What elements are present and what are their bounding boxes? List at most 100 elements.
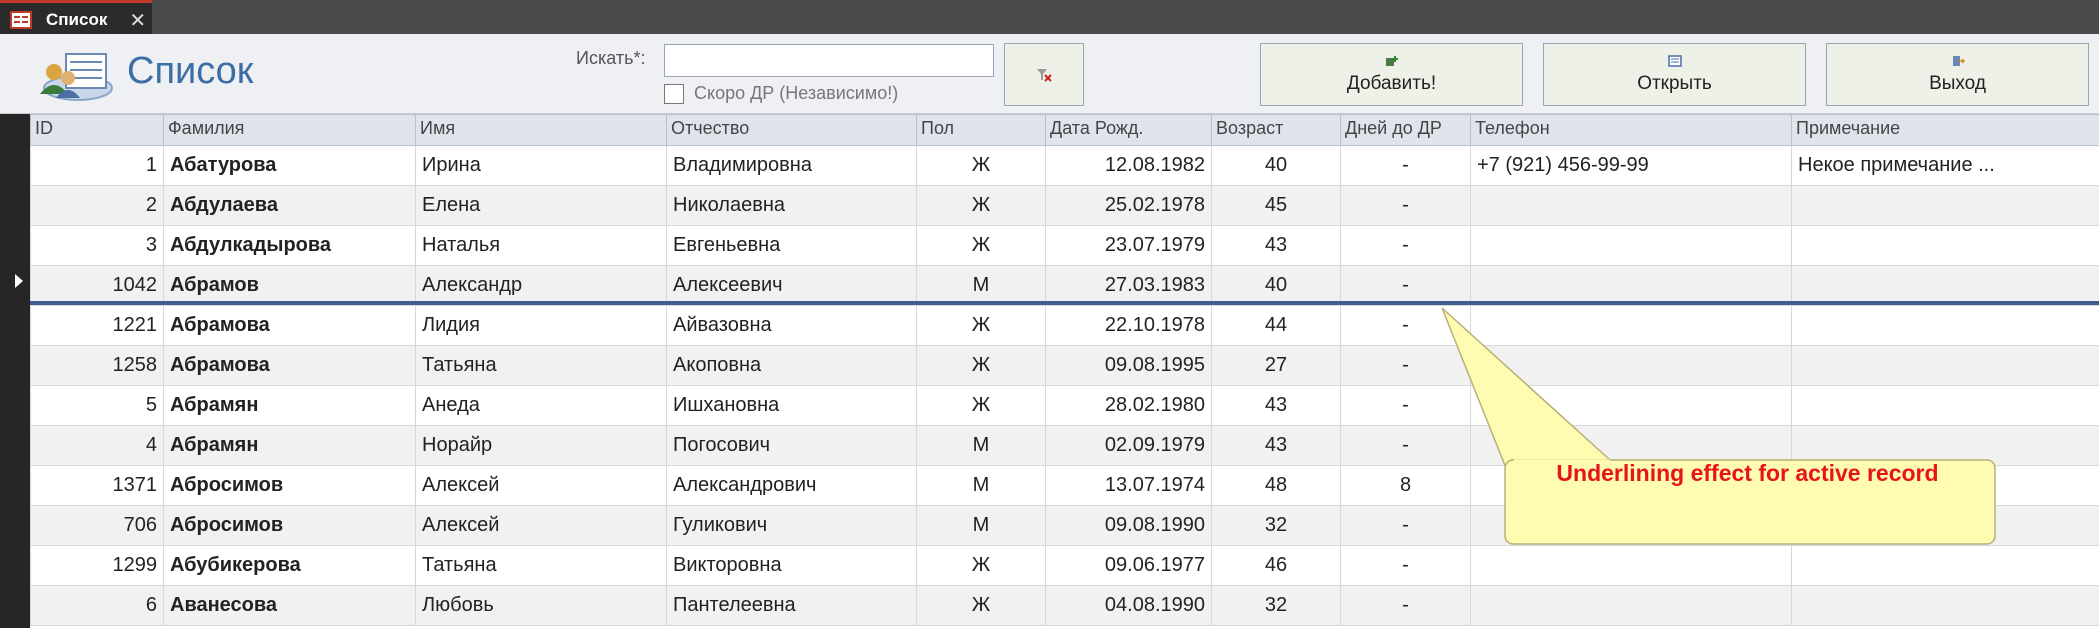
cell-age[interactable]: 32 <box>1211 586 1340 626</box>
cell-age[interactable]: 40 <box>1211 266 1340 306</box>
cell-sex[interactable]: Ж <box>916 386 1045 426</box>
cell-sex[interactable]: Ж <box>916 186 1045 226</box>
cell-age[interactable]: 45 <box>1211 186 1340 226</box>
cell-age[interactable]: 44 <box>1211 306 1340 346</box>
cell-sex[interactable]: М <box>916 266 1045 306</box>
cell-sex[interactable]: Ж <box>916 346 1045 386</box>
column-header[interactable]: Пол <box>916 115 1045 146</box>
cell-age[interactable]: 46 <box>1211 546 1340 586</box>
column-header[interactable]: Дней до ДР <box>1340 115 1470 146</box>
cell-first[interactable]: Татьяна <box>415 546 666 586</box>
cell-id[interactable]: 1371 <box>30 466 163 506</box>
soon-birthday-checkbox[interactable] <box>664 84 684 104</box>
table-row[interactable]: 1299 Абубикерова Татьяна Викторовна Ж 09.06.1… <box>30 546 2099 586</box>
cell-first[interactable]: Наталья <box>415 226 666 266</box>
cell-id[interactable]: 1221 <box>30 306 163 346</box>
cell-middle[interactable]: Александрович <box>666 466 916 506</box>
cell-dob[interactable]: 22.10.1978 <box>1045 306 1211 346</box>
cell-last[interactable]: Абрамян <box>163 386 415 426</box>
cell-middle[interactable]: Айвазовна <box>666 306 916 346</box>
cell-note[interactable]: Некое примечание ... <box>1791 146 2099 186</box>
cell-last[interactable]: Абубикерова <box>163 546 415 586</box>
table-row[interactable]: 6 Аванесова Любовь Пантелеевна Ж 04.08.1990 32… <box>30 586 2099 626</box>
cell-first[interactable]: Ирина <box>415 146 666 186</box>
cell-phone[interactable] <box>1470 546 1791 586</box>
cell-last[interactable]: Абатурова <box>163 146 415 186</box>
cell-first[interactable]: Татьяна <box>415 346 666 386</box>
cell-dob[interactable]: 02.09.1979 <box>1045 426 1211 466</box>
cell-first[interactable]: Алексей <box>415 466 666 506</box>
tab-spisok[interactable]: Список ✕ <box>0 0 152 36</box>
cell-last[interactable]: Абрамов <box>163 266 415 306</box>
table-row[interactable]: 2 Абдулаева Елена Николаевна Ж 25.02.1978 45- <box>30 186 2099 226</box>
cell-middle[interactable]: Евгеньевна <box>666 226 916 266</box>
cell-last[interactable]: Абдулаева <box>163 186 415 226</box>
cell-dob[interactable]: 27.03.1983 <box>1045 266 1211 306</box>
cell-age[interactable]: 43 <box>1211 426 1340 466</box>
cell-phone[interactable] <box>1470 226 1791 266</box>
cell-id[interactable]: 2 <box>30 186 163 226</box>
cell-age[interactable]: 43 <box>1211 226 1340 266</box>
cell-sex[interactable]: М <box>916 466 1045 506</box>
column-header[interactable]: Имя <box>415 115 666 146</box>
cell-last[interactable]: Абрамян <box>163 426 415 466</box>
search-input[interactable] <box>664 44 994 77</box>
cell-sex[interactable]: Ж <box>916 586 1045 626</box>
cell-dob[interactable]: 09.08.1990 <box>1045 506 1211 546</box>
cell-middle[interactable]: Алексеевич <box>666 266 916 306</box>
cell-id[interactable]: 6 <box>30 586 163 626</box>
cell-sex[interactable]: Ж <box>916 546 1045 586</box>
cell-days[interactable]: - <box>1340 146 1470 186</box>
cell-last[interactable]: Абросимов <box>163 506 415 546</box>
column-header[interactable]: ID <box>30 115 163 146</box>
cell-dob[interactable]: 09.08.1995 <box>1045 346 1211 386</box>
cell-sex[interactable]: М <box>916 506 1045 546</box>
close-icon[interactable]: ✕ <box>129 8 146 32</box>
cell-last[interactable]: Абрамова <box>163 346 415 386</box>
cell-days[interactable]: - <box>1340 546 1470 586</box>
column-header[interactable]: Телефон <box>1470 115 1791 146</box>
cell-last[interactable]: Абрамова <box>163 306 415 346</box>
column-header[interactable]: Дата Рожд. <box>1045 115 1211 146</box>
cell-middle[interactable]: Владимировна <box>666 146 916 186</box>
cell-first[interactable]: Лидия <box>415 306 666 346</box>
cell-first[interactable]: Александр <box>415 266 666 306</box>
cell-days[interactable]: - <box>1340 186 1470 226</box>
column-header[interactable]: Примечание <box>1791 115 2099 146</box>
column-header[interactable]: Возраст <box>1211 115 1340 146</box>
cell-dob[interactable]: 23.07.1979 <box>1045 226 1211 266</box>
table-row[interactable]: 1 Абатурова Ирина Владимировна Ж 12.08.1982 40… <box>30 146 2099 186</box>
cell-middle[interactable]: Гуликович <box>666 506 916 546</box>
cell-id[interactable]: 3 <box>30 226 163 266</box>
cell-id[interactable]: 1 <box>30 146 163 186</box>
cell-note[interactable] <box>1791 186 2099 226</box>
cell-first[interactable]: Елена <box>415 186 666 226</box>
column-header[interactable]: Отчество <box>666 115 916 146</box>
cell-last[interactable]: Абросимов <box>163 466 415 506</box>
clear-filter-button[interactable] <box>1004 43 1084 106</box>
cell-middle[interactable]: Николаевна <box>666 186 916 226</box>
cell-middle[interactable]: Акоповна <box>666 346 916 386</box>
cell-age[interactable]: 27 <box>1211 346 1340 386</box>
cell-id[interactable]: 4 <box>30 426 163 466</box>
open-button[interactable]: Открыть <box>1543 43 1806 106</box>
cell-days[interactable]: - <box>1340 586 1470 626</box>
cell-dob[interactable]: 09.06.1977 <box>1045 546 1211 586</box>
cell-note[interactable] <box>1791 546 2099 586</box>
cell-id[interactable]: 706 <box>30 506 163 546</box>
cell-days[interactable]: - <box>1340 226 1470 266</box>
cell-age[interactable]: 48 <box>1211 466 1340 506</box>
cell-age[interactable]: 43 <box>1211 386 1340 426</box>
cell-first[interactable]: Алексей <box>415 506 666 546</box>
table-row[interactable]: 3 Абдулкадырова Наталья Евгеньевна Ж 23.07.19… <box>30 226 2099 266</box>
cell-dob[interactable]: 25.02.1978 <box>1045 186 1211 226</box>
cell-sex[interactable]: Ж <box>916 146 1045 186</box>
cell-middle[interactable]: Пантелеевна <box>666 586 916 626</box>
column-header[interactable]: Фамилия <box>163 115 415 146</box>
cell-note[interactable] <box>1791 586 2099 626</box>
cell-id[interactable]: 1299 <box>30 546 163 586</box>
cell-dob[interactable]: 13.07.1974 <box>1045 466 1211 506</box>
cell-first[interactable]: Любовь <box>415 586 666 626</box>
cell-id[interactable]: 5 <box>30 386 163 426</box>
cell-sex[interactable]: Ж <box>916 226 1045 266</box>
